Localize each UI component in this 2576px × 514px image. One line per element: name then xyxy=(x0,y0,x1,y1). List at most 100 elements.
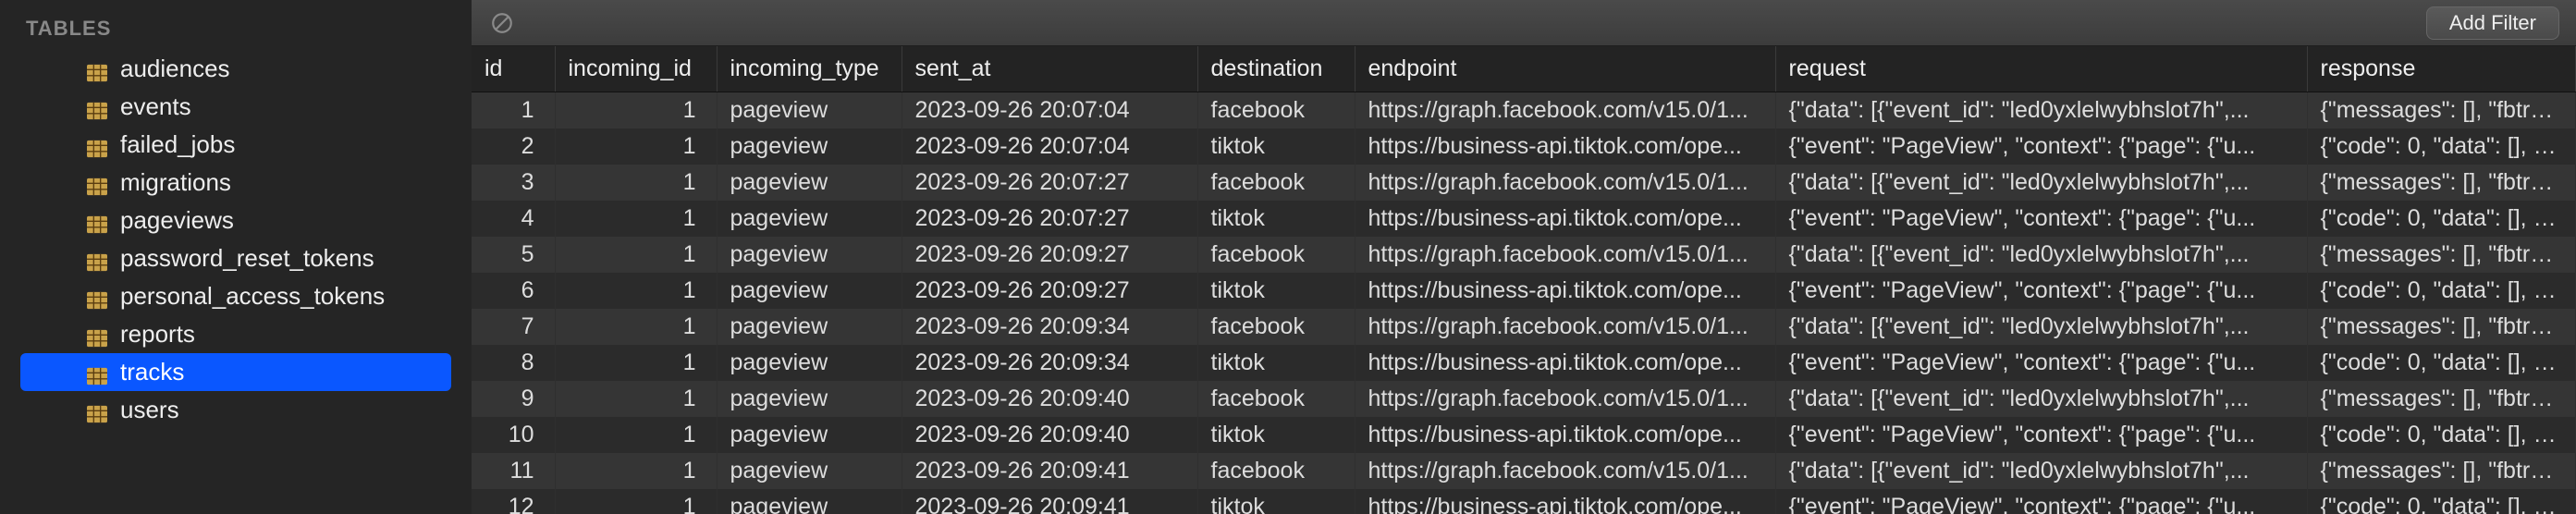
cell-response[interactable]: {"code": 0, "data": [], "message": "OK",… xyxy=(2307,417,2576,453)
cell-sent_at[interactable]: 2023-09-26 20:09:41 xyxy=(902,453,1197,489)
cell-request[interactable]: {"event": "PageView", "context": {"page"… xyxy=(1775,273,2307,309)
sidebar-item-reports[interactable]: reports xyxy=(20,315,451,353)
cell-request[interactable]: {"data": [{"event_id": "led0yxlelwybhslo… xyxy=(1775,381,2307,417)
cell-id[interactable]: 7 xyxy=(472,309,555,345)
table-row[interactable]: 51pageview2023-09-26 20:09:27facebookhtt… xyxy=(472,237,2576,273)
cell-id[interactable]: 11 xyxy=(472,453,555,489)
cell-incoming_type[interactable]: pageview xyxy=(717,345,902,381)
cell-incoming_type[interactable]: pageview xyxy=(717,489,902,514)
cell-incoming_id[interactable]: 1 xyxy=(555,128,717,165)
cell-incoming_type[interactable]: pageview xyxy=(717,128,902,165)
sidebar-item-migrations[interactable]: migrations xyxy=(20,164,451,202)
cell-sent_at[interactable]: 2023-09-26 20:09:34 xyxy=(902,345,1197,381)
cell-sent_at[interactable]: 2023-09-26 20:09:41 xyxy=(902,489,1197,514)
cell-sent_at[interactable]: 2023-09-26 20:09:27 xyxy=(902,273,1197,309)
cell-endpoint[interactable]: https://business-api.tiktok.com/ope... xyxy=(1355,273,1775,309)
cell-destination[interactable]: tiktok xyxy=(1197,417,1355,453)
cell-endpoint[interactable]: https://graph.facebook.com/v15.0/1... xyxy=(1355,165,1775,201)
cell-request[interactable]: {"data": [{"event_id": "led0yxlelwybhslo… xyxy=(1775,165,2307,201)
cell-response[interactable]: {"messages": [], "fbtrace_id": "AzpPcE4A… xyxy=(2307,165,2576,201)
cell-incoming_id[interactable]: 1 xyxy=(555,201,717,237)
add-filter-button[interactable]: Add Filter xyxy=(2426,6,2559,40)
cell-response[interactable]: {"messages": [], "fbtrace_id": "AzpPcE4A… xyxy=(2307,237,2576,273)
table-row[interactable]: 111pageview2023-09-26 20:09:41facebookht… xyxy=(472,453,2576,489)
cell-incoming_type[interactable]: pageview xyxy=(717,237,902,273)
cell-incoming_id[interactable]: 1 xyxy=(555,381,717,417)
cell-sent_at[interactable]: 2023-09-26 20:09:40 xyxy=(902,417,1197,453)
cell-response[interactable]: {"messages": [], "fbtrace_id": "AzpPcE4A… xyxy=(2307,309,2576,345)
cell-sent_at[interactable]: 2023-09-26 20:09:40 xyxy=(902,381,1197,417)
table-row[interactable]: 41pageview2023-09-26 20:07:27tiktokhttps… xyxy=(472,201,2576,237)
col-destination[interactable]: destination xyxy=(1197,46,1355,92)
cell-sent_at[interactable]: 2023-09-26 20:07:04 xyxy=(902,128,1197,165)
cell-endpoint[interactable]: https://business-api.tiktok.com/ope... xyxy=(1355,345,1775,381)
cell-response[interactable]: {"code": 0, "data": [], "message": "OK",… xyxy=(2307,273,2576,309)
cell-destination[interactable]: facebook xyxy=(1197,381,1355,417)
sidebar-item-personal_access_tokens[interactable]: personal_access_tokens xyxy=(20,277,451,315)
sidebar-item-events[interactable]: events xyxy=(20,88,451,126)
cell-destination[interactable]: facebook xyxy=(1197,237,1355,273)
cell-id[interactable]: 6 xyxy=(472,273,555,309)
cell-response[interactable]: {"messages": [], "fbtrace_id": "AzpPcE4A… xyxy=(2307,381,2576,417)
cell-incoming_type[interactable]: pageview xyxy=(717,381,902,417)
cell-endpoint[interactable]: https://business-api.tiktok.com/ope... xyxy=(1355,128,1775,165)
cell-id[interactable]: 1 xyxy=(472,92,555,129)
cell-response[interactable]: {"messages": [], "fbtrace_id": "AzpPcE4A… xyxy=(2307,92,2576,129)
table-row[interactable]: 121pageview2023-09-26 20:09:41tiktokhttp… xyxy=(472,489,2576,514)
sidebar-item-audiences[interactable]: audiences xyxy=(20,50,451,88)
cell-response[interactable]: {"code": 0, "data": [], "message": "OK",… xyxy=(2307,201,2576,237)
cell-destination[interactable]: facebook xyxy=(1197,92,1355,129)
cell-id[interactable]: 10 xyxy=(472,417,555,453)
cell-destination[interactable]: tiktok xyxy=(1197,128,1355,165)
table-row[interactable]: 61pageview2023-09-26 20:09:27tiktokhttps… xyxy=(472,273,2576,309)
cell-incoming_id[interactable]: 1 xyxy=(555,237,717,273)
cell-id[interactable]: 4 xyxy=(472,201,555,237)
cell-incoming_id[interactable]: 1 xyxy=(555,345,717,381)
cell-destination[interactable]: tiktok xyxy=(1197,273,1355,309)
cell-id[interactable]: 12 xyxy=(472,489,555,514)
cell-incoming_type[interactable]: pageview xyxy=(717,201,902,237)
col-endpoint[interactable]: endpoint xyxy=(1355,46,1775,92)
cell-incoming_type[interactable]: pageview xyxy=(717,165,902,201)
sidebar-item-users[interactable]: users xyxy=(20,391,451,429)
cell-incoming_id[interactable]: 1 xyxy=(555,273,717,309)
cell-request[interactable]: {"event": "PageView", "context": {"page"… xyxy=(1775,201,2307,237)
cell-incoming_type[interactable]: pageview xyxy=(717,417,902,453)
table-row[interactable]: 81pageview2023-09-26 20:09:34tiktokhttps… xyxy=(472,345,2576,381)
col-request[interactable]: request xyxy=(1775,46,2307,92)
sidebar-item-password_reset_tokens[interactable]: password_reset_tokens xyxy=(20,239,451,277)
cell-sent_at[interactable]: 2023-09-26 20:09:34 xyxy=(902,309,1197,345)
cell-endpoint[interactable]: https://graph.facebook.com/v15.0/1... xyxy=(1355,381,1775,417)
col-id[interactable]: id xyxy=(472,46,555,92)
cell-request[interactable]: {"data": [{"event_id": "led0yxlelwybhslo… xyxy=(1775,237,2307,273)
cell-sent_at[interactable]: 2023-09-26 20:07:27 xyxy=(902,201,1197,237)
cell-response[interactable]: {"code": 0, "data": [], "message": "OK",… xyxy=(2307,128,2576,165)
cell-incoming_type[interactable]: pageview xyxy=(717,273,902,309)
cell-destination[interactable]: tiktok xyxy=(1197,345,1355,381)
cell-response[interactable]: {"code": 0, "data": [], "message": "OK",… xyxy=(2307,489,2576,514)
cell-endpoint[interactable]: https://business-api.tiktok.com/ope... xyxy=(1355,201,1775,237)
sidebar-item-failed_jobs[interactable]: failed_jobs xyxy=(20,126,451,164)
table-row[interactable]: 71pageview2023-09-26 20:09:34facebookhtt… xyxy=(472,309,2576,345)
cell-id[interactable]: 5 xyxy=(472,237,555,273)
cell-incoming_id[interactable]: 1 xyxy=(555,92,717,129)
table-row[interactable]: 91pageview2023-09-26 20:09:40facebookhtt… xyxy=(472,381,2576,417)
table-row[interactable]: 31pageview2023-09-26 20:07:27facebookhtt… xyxy=(472,165,2576,201)
cell-request[interactable]: {"event": "PageView", "context": {"page"… xyxy=(1775,128,2307,165)
cell-id[interactable]: 3 xyxy=(472,165,555,201)
cell-request[interactable]: {"event": "PageView", "context": {"page"… xyxy=(1775,417,2307,453)
col-incoming-id[interactable]: incoming_id xyxy=(555,46,717,92)
cell-endpoint[interactable]: https://graph.facebook.com/v15.0/1... xyxy=(1355,92,1775,129)
cell-incoming_type[interactable]: pageview xyxy=(717,453,902,489)
cell-sent_at[interactable]: 2023-09-26 20:07:04 xyxy=(902,92,1197,129)
col-incoming-type[interactable]: incoming_type xyxy=(717,46,902,92)
cell-endpoint[interactable]: https://graph.facebook.com/v15.0/1... xyxy=(1355,237,1775,273)
table-row[interactable]: 11pageview2023-09-26 20:07:04facebookhtt… xyxy=(472,92,2576,129)
cell-endpoint[interactable]: https://business-api.tiktok.com/ope... xyxy=(1355,417,1775,453)
table-row[interactable]: 101pageview2023-09-26 20:09:40tiktokhttp… xyxy=(472,417,2576,453)
cell-destination[interactable]: facebook xyxy=(1197,309,1355,345)
cell-incoming_id[interactable]: 1 xyxy=(555,417,717,453)
cell-endpoint[interactable]: https://business-api.tiktok.com/ope... xyxy=(1355,489,1775,514)
sidebar-item-tracks[interactable]: tracks xyxy=(20,353,451,391)
cell-destination[interactable]: facebook xyxy=(1197,453,1355,489)
